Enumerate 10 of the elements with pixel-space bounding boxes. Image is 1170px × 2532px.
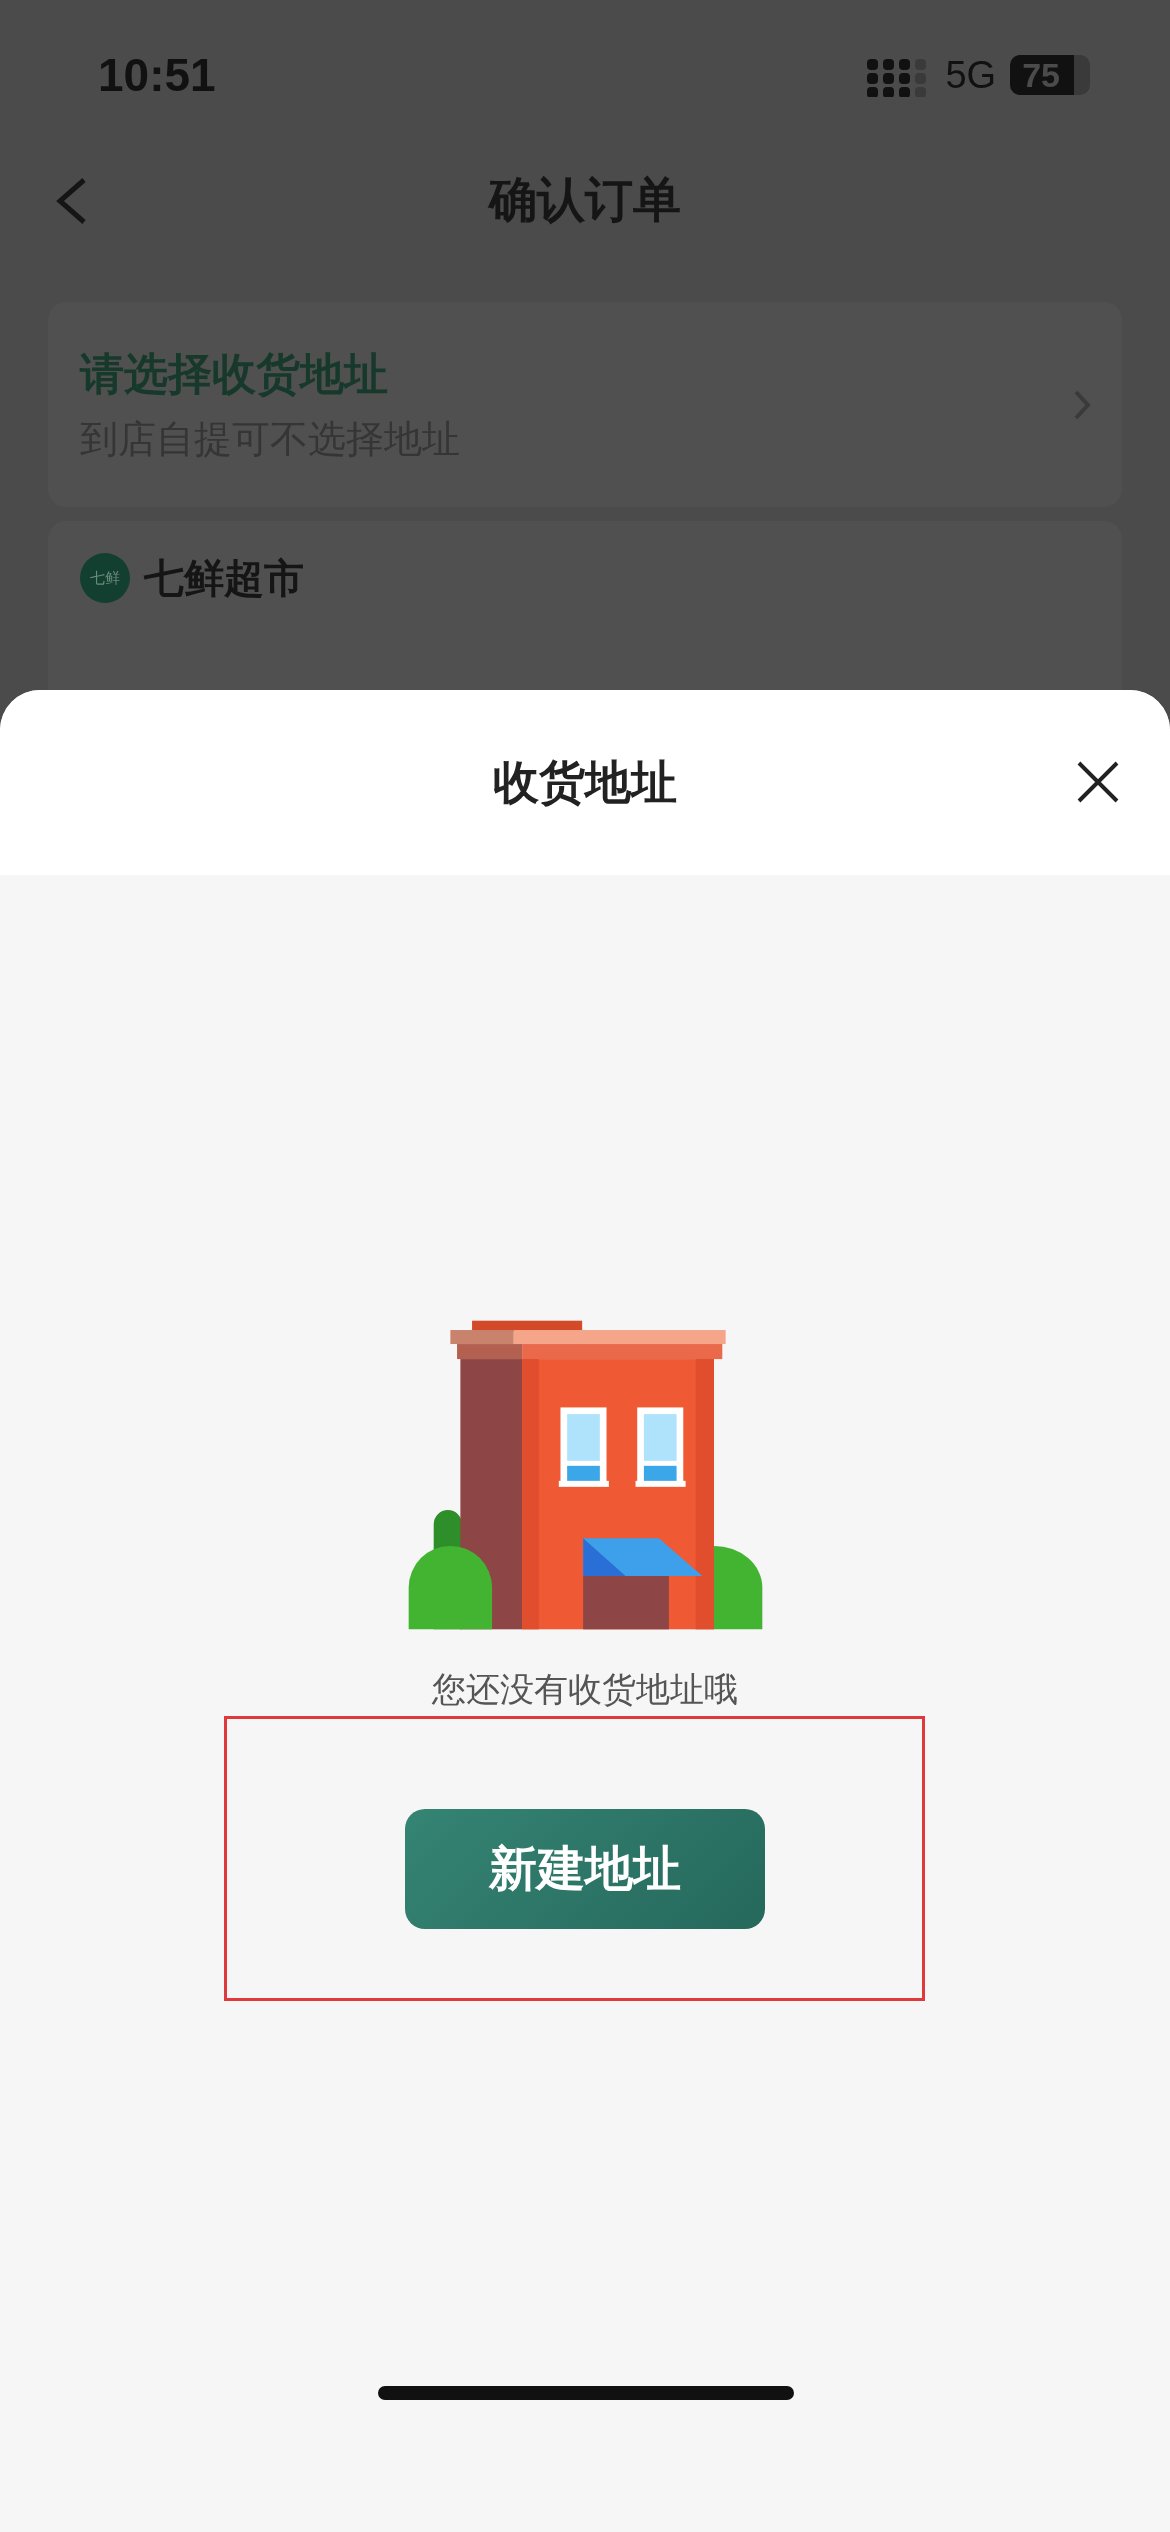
- close-icon[interactable]: [1076, 760, 1120, 804]
- empty-message: 您还没有收货地址哦: [432, 1669, 738, 1709]
- battery-level: 75: [1010, 55, 1090, 95]
- address-title: 请选择收货地址: [80, 346, 389, 401]
- store-logo: 七鲜: [80, 553, 130, 603]
- store-name: 七鲜超市: [144, 554, 304, 603]
- sheet-title: 收货地址: [493, 753, 677, 811]
- network-label: 5G: [945, 53, 997, 97]
- new-address-button[interactable]: 新建地址: [405, 1809, 765, 1929]
- status-time: 10:51: [98, 48, 216, 102]
